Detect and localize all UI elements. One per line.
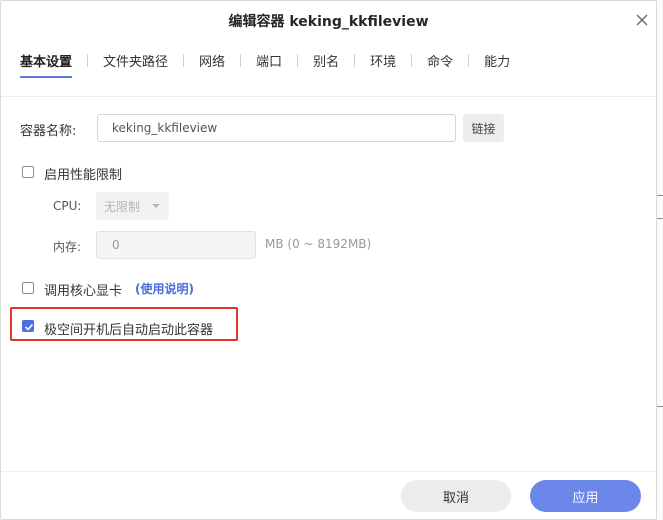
tab-command[interactable]: 命令 [427,51,453,70]
tab-network[interactable]: 网络 [199,51,225,70]
tab-bar: 基本设置 文件夹路径 网络 端口 别名 环境 命令 能力 [20,51,510,81]
tab-ports[interactable]: 端口 [256,51,282,70]
background-divider [657,218,663,219]
background-divider [657,406,663,407]
background-divider [657,195,663,196]
apply-button[interactable]: 应用 [530,480,641,512]
tab-capabilities[interactable]: 能力 [484,51,510,70]
tab-basic-settings[interactable]: 基本设置 [20,51,73,78]
close-icon[interactable] [634,12,650,28]
tab-alias[interactable]: 别名 [313,51,339,70]
cpu-label: CPU: [53,199,82,213]
check-icon [24,323,34,331]
tabs-divider [1,96,656,97]
gpu-checkbox[interactable] [22,282,34,294]
dropdown-arrow-icon [152,204,160,208]
cpu-select[interactable]: 无限制 [96,192,169,220]
perf-limit-label: 启用性能限制 [44,168,123,183]
gpu-help-link[interactable]: (使用说明) [135,280,194,297]
autostart-checkbox[interactable] [22,320,34,332]
cpu-select-value: 无限制 [104,200,141,214]
edit-container-dialog: 编辑容器 keking_kkfileview 基本设置 文件夹路径 网络 端口 … [0,0,657,520]
autostart-label: 极空间开机后自动启动此容器 [44,323,214,338]
background-window-edge [657,0,663,520]
cancel-button[interactable]: 取消 [401,480,511,512]
container-name-label: 容器名称: [20,124,77,139]
gpu-label: 调用核心显卡 [44,284,123,299]
tab-divider [411,54,413,67]
perf-limit-checkbox[interactable] [22,166,34,178]
tab-environment[interactable]: 环境 [370,51,396,70]
dialog-title: 编辑容器 keking_kkfileview [228,14,429,30]
memory-label: 内存: [53,240,82,254]
memory-hint: MB (0 ~ 8192MB) [265,237,372,251]
link-button[interactable]: 链接 [463,114,504,142]
tab-divider [297,54,299,67]
tab-divider [87,54,89,67]
tab-divider [354,54,356,67]
container-name-input[interactable] [97,114,456,142]
footer-divider [1,471,656,472]
tab-divider [240,54,242,67]
tab-folder-paths[interactable]: 文件夹路径 [103,51,168,70]
tab-divider [183,54,185,67]
memory-input[interactable] [96,231,256,259]
tab-divider [468,54,470,67]
